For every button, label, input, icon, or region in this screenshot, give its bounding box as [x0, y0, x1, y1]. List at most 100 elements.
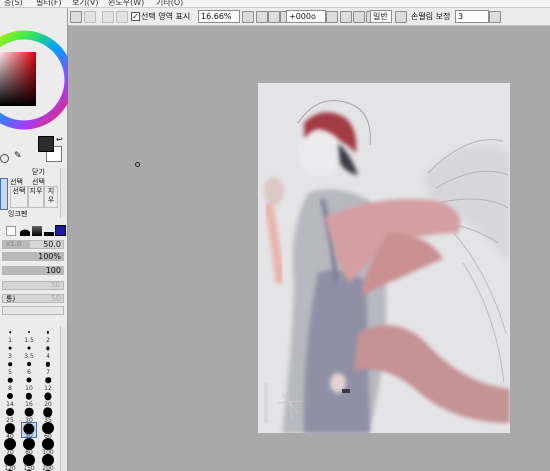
- texture-select[interactable]: 통) 50: [2, 294, 64, 303]
- tool-label-select-1[interactable]: 선택: [10, 178, 23, 186]
- brush-shape-round[interactable]: [20, 226, 30, 236]
- artwork-canvas[interactable]: [258, 83, 510, 433]
- tool-label-ink-pen[interactable]: 잉크펜: [8, 209, 27, 219]
- menu-item-other[interactable]: 기타(O): [156, 0, 183, 7]
- brush-shape-selected[interactable]: [55, 225, 66, 236]
- blend-mode-field[interactable]: 일반: [370, 10, 392, 23]
- zoom-dropdown-button[interactable]: [242, 11, 254, 23]
- brush-size-70[interactable]: 70: [2, 438, 18, 456]
- brush-size-dot: [27, 362, 31, 367]
- brush-size-120[interactable]: 120: [2, 454, 18, 471]
- brush-size-dot: [8, 362, 12, 367]
- brush-size-25[interactable]: 25: [2, 406, 18, 424]
- stabilizer-dropdown-button[interactable]: [489, 11, 501, 23]
- brush-size-1.5[interactable]: 1.5: [21, 326, 37, 344]
- brush-size-16[interactable]: 16: [21, 390, 37, 408]
- brush-size-30[interactable]: 30: [21, 406, 37, 424]
- brush-size-50[interactable]: 50: [21, 422, 37, 439]
- select-all-button[interactable]: [70, 11, 82, 23]
- tool-label-select-2[interactable]: 선택: [32, 178, 45, 186]
- rotate-cw-button[interactable]: [353, 11, 365, 23]
- selection-mode-button[interactable]: [116, 11, 128, 23]
- brush-size-3.5[interactable]: 3.5: [21, 342, 37, 360]
- brush-size-80[interactable]: 80: [21, 438, 37, 456]
- menu-bar: 층(S) 필터(F) 보기(V) 윈도우(W) 기타(O): [0, 0, 550, 8]
- top-toolbar: ✓ 선택 영역 표시 16.66% +000o 일반 손떨림 보정 3: [68, 8, 550, 26]
- brush-size-dot: [7, 393, 13, 400]
- zoom-out-button[interactable]: [256, 11, 268, 23]
- texture-value: 통): [6, 295, 16, 303]
- canvas-workspace[interactable]: [68, 26, 550, 471]
- tool-button-selection-pen[interactable]: [0, 178, 8, 210]
- menu-item-layer[interactable]: 층(S): [4, 0, 23, 7]
- zoom-in-button[interactable]: [268, 11, 280, 23]
- brush-size-5[interactable]: 5: [2, 358, 18, 376]
- brush-size-6[interactable]: 6: [21, 358, 37, 376]
- brush-size-150[interactable]: 150: [21, 454, 37, 471]
- brush-shape-mountain[interactable]: [44, 226, 54, 236]
- deselect-button[interactable]: [84, 11, 96, 23]
- brush-size-7[interactable]: 7: [40, 358, 56, 376]
- brush-size-4[interactable]: 4: [40, 342, 56, 360]
- tool-label-close[interactable]: 닫기: [32, 168, 45, 176]
- stabilizer-select[interactable]: 3: [455, 10, 489, 23]
- density-value: 100: [45, 266, 61, 275]
- brush-size-dot: [46, 346, 50, 350]
- tool-button-eraser-a[interactable]: 지우: [28, 186, 44, 208]
- min-size-slider[interactable]: 100%: [2, 252, 64, 261]
- brush-shape-soft[interactable]: [32, 226, 42, 236]
- menu-item-view[interactable]: 보기(V): [72, 0, 98, 7]
- brush-size-dot: [8, 347, 12, 350]
- zoom-field[interactable]: 16.66%: [198, 10, 240, 23]
- brush-size-dot: [6, 408, 14, 417]
- tool-button-select-a[interactable]: 선택: [10, 186, 28, 208]
- brush-size-multiplier: x1.0: [6, 240, 22, 248]
- density-slider[interactable]: 100: [2, 266, 64, 275]
- brush-size-slider[interactable]: x1.0 50.0: [2, 240, 64, 249]
- flip-button[interactable]: [395, 11, 407, 23]
- show-selection-label: 선택 영역 표시: [141, 12, 191, 21]
- rotation-dropdown-button[interactable]: [326, 11, 338, 23]
- rotation-field[interactable]: +000o: [286, 10, 326, 23]
- show-selection-checkbox[interactable]: ✓: [131, 12, 140, 21]
- tool-label-select-a: 선택: [12, 187, 26, 195]
- menu-item-filter[interactable]: 필터(F): [36, 0, 62, 7]
- empty-option-row[interactable]: [2, 306, 64, 315]
- rotate-ccw-button[interactable]: [340, 11, 352, 23]
- eyedropper-icon[interactable]: ✎: [14, 152, 22, 161]
- brush-size-100[interactable]: 100: [40, 438, 56, 456]
- tool-button-eraser-b[interactable]: 지우: [44, 186, 58, 208]
- color-wheel[interactable]: [0, 8, 68, 130]
- brush-size-dot: [7, 378, 13, 383]
- brush-size-2[interactable]: 2: [40, 326, 56, 344]
- brush-size-dot: [24, 408, 34, 417]
- tool-scrollbar[interactable]: [60, 168, 67, 218]
- brush-size-dot: [28, 331, 30, 334]
- brush-size-dot: [45, 377, 51, 384]
- brush-size-12[interactable]: 12: [40, 374, 56, 392]
- brush-shape-flat[interactable]: [6, 226, 16, 236]
- invert-selection-button[interactable]: [102, 11, 114, 23]
- stabilizer-label: 손떨림 보정: [411, 12, 451, 21]
- brush-size-dot: [43, 407, 53, 418]
- min-size-value: 100%: [38, 252, 61, 261]
- brush-size-8[interactable]: 8: [2, 374, 18, 392]
- menu-item-window[interactable]: 윈도우(W): [108, 0, 144, 7]
- brush-size-200[interactable]: 200: [40, 454, 56, 471]
- brush-size-1[interactable]: 1: [2, 326, 18, 344]
- brush-size-14[interactable]: 14: [2, 390, 18, 408]
- brush-size-35[interactable]: 35: [40, 406, 56, 424]
- texture-slider[interactable]: 50: [2, 281, 64, 290]
- swap-colors-icon[interactable]: ↩: [56, 136, 63, 144]
- texture-label: 50: [51, 281, 60, 289]
- brush-size-40[interactable]: 40: [2, 422, 18, 440]
- brush-size-60[interactable]: 60: [40, 422, 56, 440]
- brush-size-20[interactable]: 20: [40, 390, 56, 408]
- brush-size-dot: [9, 331, 11, 334]
- primary-color-swatch[interactable]: [38, 136, 54, 152]
- brush-size-10[interactable]: 10: [21, 374, 37, 392]
- transparent-color-icon[interactable]: [0, 154, 9, 163]
- brush-size-scrollbar[interactable]: [60, 326, 67, 471]
- brush-size-3[interactable]: 3: [2, 342, 18, 360]
- left-tool-panel: ↩ ✎ 선택 선택 닫기 수적 선택 지우 선택 지우 잉크펜 x1.0 50.…: [0, 8, 68, 471]
